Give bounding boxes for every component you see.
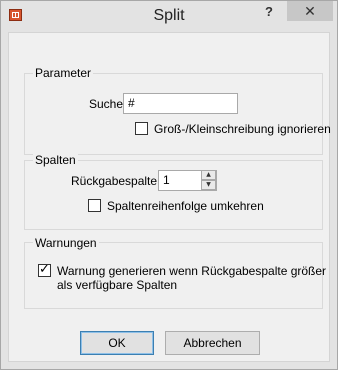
stepper-down-icon[interactable]: ▼: [201, 180, 216, 190]
parameter-group-label: Parameter: [33, 66, 94, 80]
ok-button[interactable]: OK: [80, 331, 154, 355]
warnings-group-label: Warnungen: [33, 236, 99, 250]
parameter-group: [24, 73, 323, 155]
dialog-window: Split ? ✕ Parameter Suche # Groß-/Kleins…: [0, 0, 338, 370]
stepper-up-icon[interactable]: ▲: [201, 170, 216, 180]
ignore-case-checkbox[interactable]: [135, 122, 148, 135]
return-column-label: Rückgabespalte: [71, 174, 158, 188]
search-label: Suche: [89, 97, 124, 111]
dialog-body: Parameter Suche # Groß-/Kleinschreibung …: [8, 32, 331, 362]
warning-label-line1: Warnung generieren wenn Rückgabespalte g…: [57, 264, 327, 278]
reverse-order-label: Spaltenreihenfolge umkehren: [107, 199, 264, 213]
cancel-button[interactable]: Abbrechen: [165, 331, 260, 355]
title-bar: Split ? ✕: [1, 1, 337, 32]
ignore-case-label: Groß-/Kleinschreibung ignorieren: [154, 122, 331, 136]
warning-label-line2: als verfügbare Spalten: [57, 278, 178, 292]
return-column-stepper[interactable]: ▲ ▼: [201, 170, 216, 190]
close-button[interactable]: ✕: [287, 1, 333, 21]
search-input[interactable]: #: [123, 93, 238, 114]
reverse-order-checkbox[interactable]: [88, 199, 101, 212]
columns-group-label: Spalten: [33, 153, 78, 167]
warning-checkbox[interactable]: [38, 262, 51, 277]
help-button[interactable]: ?: [259, 4, 279, 22]
